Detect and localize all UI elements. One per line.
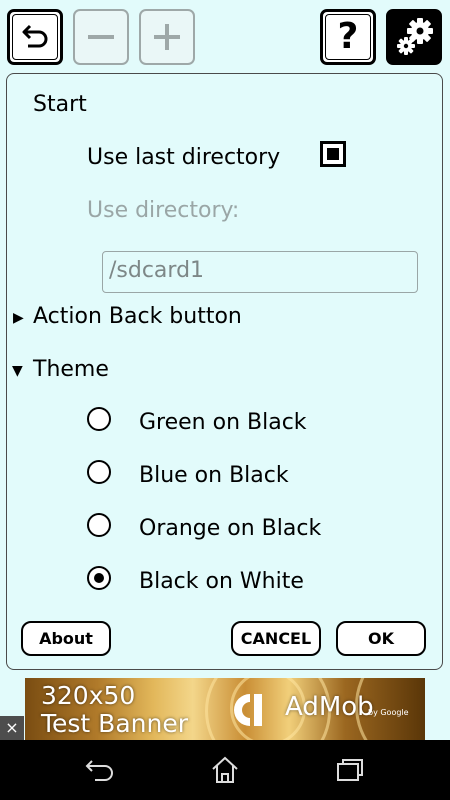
nav-home-button[interactable] [208,754,242,786]
undo-button[interactable] [7,9,63,65]
directory-input[interactable]: /sdcard1 [102,251,418,293]
collapsed-triangle-icon: ▶ [13,310,24,326]
theme-section[interactable]: Theme [33,356,109,384]
ok-button[interactable]: OK [336,621,426,656]
admob-logo-icon [234,694,262,726]
admob-brand-text: AdMob [285,692,374,722]
radio-blue-on-black[interactable] [87,460,111,484]
about-button[interactable]: About [21,621,111,656]
directory-value: /sdcard1 [109,258,205,283]
settings-button[interactable] [386,9,442,65]
use-last-directory-label: Use last directory [87,145,281,170]
back-icon [85,760,113,781]
recents-icon [337,759,363,781]
cancel-button[interactable]: CANCEL [231,621,321,656]
theme-option-label: Orange on Black [139,516,322,541]
radio-black-on-white[interactable] [87,566,111,590]
home-icon [212,756,238,783]
zoom-in-button[interactable] [139,9,195,65]
expanded-triangle-icon: ▼ [12,363,23,379]
ad-test-banner-text: Test Banner [41,709,188,738]
start-header: Start [33,92,87,117]
ad-size-text: 320x50 [41,681,136,710]
system-nav-bar [0,740,450,800]
ad-close-button[interactable]: × [0,716,24,740]
use-directory-label: Use directory: [87,198,240,223]
undo-icon [22,24,48,48]
radio-dot [94,573,104,583]
help-label: ? [337,16,359,57]
use-last-directory-checkbox[interactable] [320,141,346,167]
admob-by-google-text: by Google [368,708,409,717]
checkbox-check-mark [327,148,339,160]
radio-orange-on-black[interactable] [87,513,111,537]
theme-option-label: Black on White [139,569,304,594]
ad-banner[interactable]: 320x50 Test Banner AdMob by Google [25,678,425,740]
zoom-out-button[interactable] [73,9,129,65]
gear-icon [397,18,433,55]
theme-option-label: Green on Black [139,410,307,435]
minus-icon [88,35,114,39]
plus-icon [154,24,180,50]
nav-recents-button[interactable] [333,754,367,786]
action-back-button-section[interactable]: Action Back button [33,303,242,331]
nav-back-button[interactable] [83,754,117,786]
theme-option-label: Blue on Black [139,463,289,488]
help-button[interactable]: ? [320,9,376,65]
radio-green-on-black[interactable] [87,407,111,431]
